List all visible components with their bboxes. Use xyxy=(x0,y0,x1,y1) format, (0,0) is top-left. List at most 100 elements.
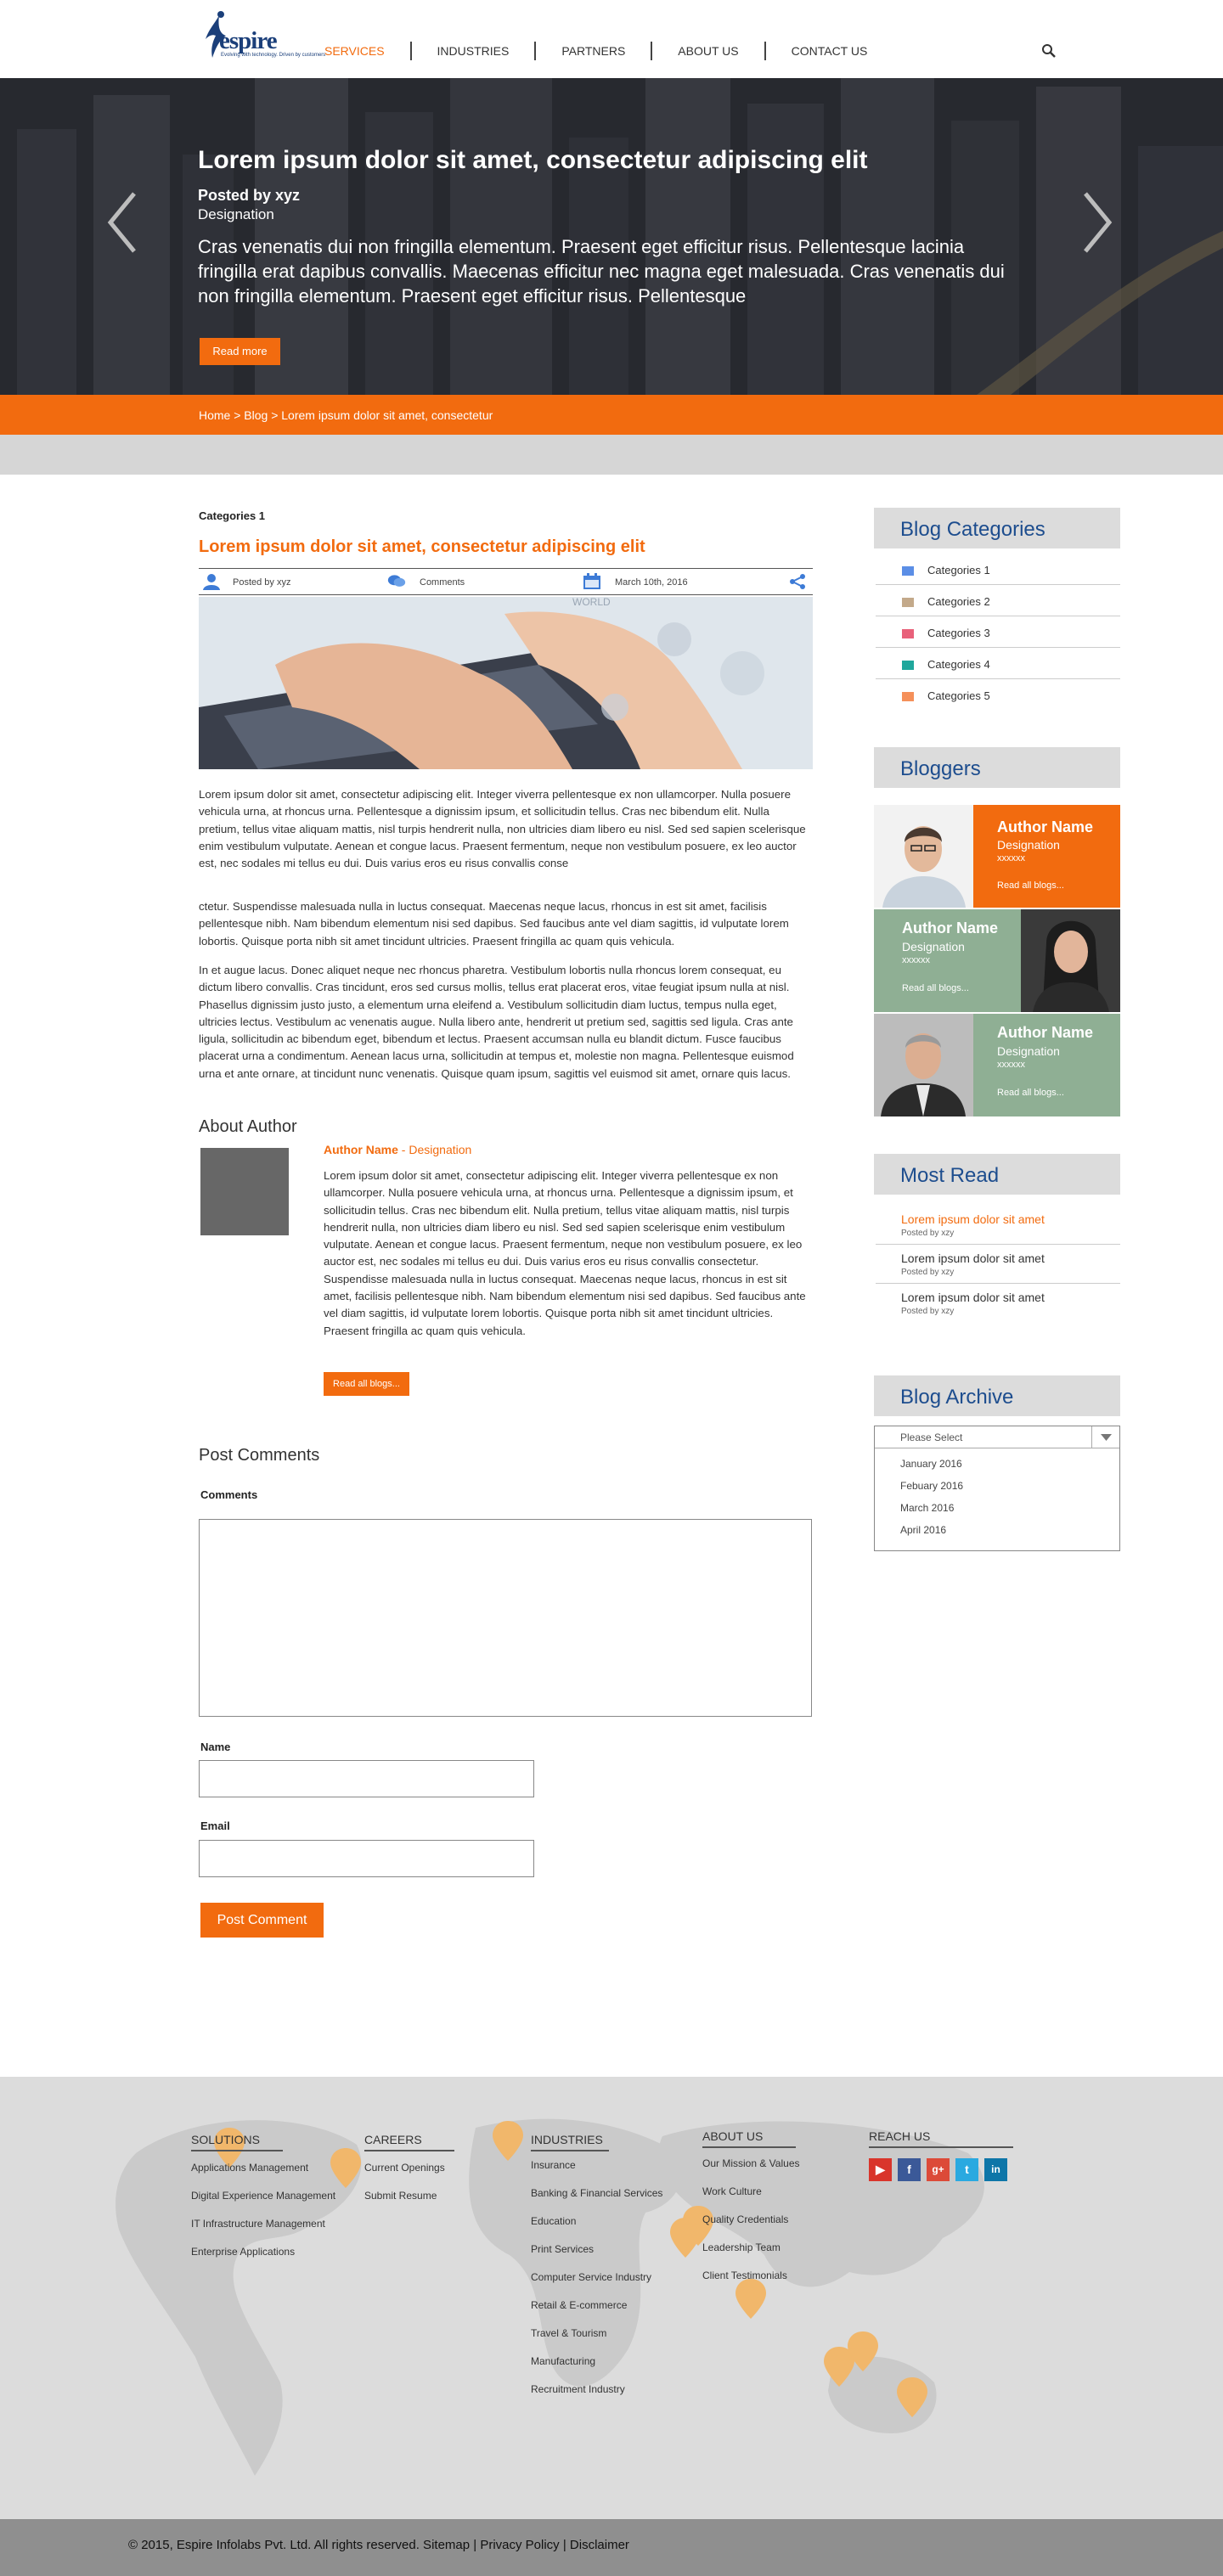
footer-link[interactable]: Digital Experience Management xyxy=(191,2190,335,2202)
archive-option[interactable]: January 2016 xyxy=(900,1458,962,1470)
footer-link[interactable]: IT Infrastructure Management xyxy=(191,2218,325,2230)
archive-option[interactable]: Febuary 2016 xyxy=(900,1480,963,1492)
read-more-button[interactable]: Read more xyxy=(200,338,280,365)
category-item-5[interactable]: Categories 5 xyxy=(876,679,1120,711)
most-read-author: Posted by xzy xyxy=(901,1268,955,1277)
footer-link[interactable]: Travel & Tourism xyxy=(531,2327,606,2339)
copyright-bar: © 2015, Espire Infolabs Pvt. Ltd. All ri… xyxy=(0,2519,1223,2576)
most-read-item-3[interactable]: Lorem ipsum dolor sit amet Posted by xzy xyxy=(876,1284,1120,1323)
post-category[interactable]: Categories 1 xyxy=(199,509,265,522)
footer-link[interactable]: Education xyxy=(531,2215,576,2227)
most-read-author: Posted by xzy xyxy=(901,1307,955,1316)
name-field[interactable] xyxy=(199,1760,534,1797)
nav-services[interactable]: SERVICES xyxy=(306,42,412,60)
blogger-read-all-link[interactable]: Read all blogs... xyxy=(997,880,1064,891)
chevron-right-icon[interactable] xyxy=(1079,188,1116,256)
typing-hands-illustration: WORLD xyxy=(199,597,813,769)
post-title[interactable]: Lorem ipsum dolor sit amet, consectetur … xyxy=(199,537,645,557)
breadcrumb-bar: Home > Blog > Lorem ipsum dolor sit amet… xyxy=(0,395,1223,435)
read-all-blogs-button[interactable]: Read all blogs... xyxy=(324,1372,409,1396)
nav-partners[interactable]: PARTNERS xyxy=(536,42,653,60)
footer-link[interactable]: Work Culture xyxy=(702,2185,762,2197)
footer-link[interactable]: Print Services xyxy=(531,2243,594,2255)
footer-link[interactable]: Our Mission & Values xyxy=(702,2157,800,2169)
footer-link[interactable]: Banking & Financial Services xyxy=(531,2187,662,2199)
blogger-card-1[interactable]: Author Name Designation xxxxxx Read all … xyxy=(874,805,1120,908)
comments-label: Comments xyxy=(200,1488,258,1501)
espire-logo[interactable]: espire Evolving with technology. Driven … xyxy=(200,8,325,68)
most-read-title: Lorem ipsum dolor sit amet xyxy=(901,1291,1045,1304)
footer-link[interactable]: Enterprise Applications xyxy=(191,2246,295,2258)
google-plus-icon[interactable]: g+ xyxy=(927,2158,950,2181)
category-item-2[interactable]: Categories 2 xyxy=(876,585,1120,616)
most-read-item-1[interactable]: Lorem ipsum dolor sit amet Posted by xzy xyxy=(876,1206,1120,1245)
author-designation: Designation xyxy=(409,1143,472,1156)
footer-link[interactable]: Applications Management xyxy=(191,2162,308,2174)
footer-link[interactable]: Recruitment Industry xyxy=(531,2383,625,2395)
footer-link[interactable]: Manufacturing xyxy=(531,2355,595,2367)
nav-industries[interactable]: INDUSTRIES xyxy=(412,42,537,60)
nav-contact-us[interactable]: CONTACT US xyxy=(766,42,893,60)
post-author[interactable]: Posted by xyz xyxy=(233,574,290,591)
post-comments-link[interactable]: Comments xyxy=(420,574,465,591)
blogger-code: xxxxxx xyxy=(997,853,1025,863)
most-read-title: Lorem ipsum dolor sit amet xyxy=(901,1212,1045,1226)
footer-link[interactable]: Leadership Team xyxy=(702,2241,781,2253)
hero-posted-by: Posted by xyz xyxy=(198,187,301,204)
category-item-3[interactable]: Categories 3 xyxy=(876,616,1120,648)
footer-link[interactable]: Current Openings xyxy=(364,2162,445,2174)
comments-textarea[interactable] xyxy=(199,1519,812,1717)
blogger-card-3[interactable]: Author Name Designation xxxxxx Read all … xyxy=(874,1014,1120,1116)
category-item-4[interactable]: Categories 4 xyxy=(876,648,1120,679)
nav-about-us[interactable]: ABOUT US xyxy=(652,42,766,60)
blogger-code: xxxxxx xyxy=(902,955,930,965)
twitter-icon[interactable]: t xyxy=(955,2158,978,2181)
share-icon[interactable] xyxy=(788,573,807,590)
email-field[interactable] xyxy=(199,1840,534,1877)
post-comment-button[interactable]: Post Comment xyxy=(200,1903,324,1938)
most-read-author: Posted by xzy xyxy=(901,1229,955,1238)
blogger-card-2[interactable]: Author Name Designation xxxxxx Read all … xyxy=(874,909,1120,1012)
footer-link[interactable]: Quality Credentials xyxy=(702,2213,788,2225)
most-read-item-2[interactable]: Lorem ipsum dolor sit amet Posted by xzy xyxy=(876,1245,1120,1284)
post-comments-heading: Post Comments xyxy=(199,1446,320,1465)
blogger-name: Author Name xyxy=(997,818,1094,835)
post-paragraph-1: Lorem ipsum dolor sit amet, consectetur … xyxy=(199,788,806,870)
footer-link[interactable]: Submit Resume xyxy=(364,2190,437,2202)
blogger-designation: Designation xyxy=(902,940,965,953)
footer-link[interactable]: Client Testimonials xyxy=(702,2269,787,2281)
archive-dropdown: Please Select January 2016 Febuary 2016 … xyxy=(874,1426,1120,1551)
author-name[interactable]: Author Name xyxy=(324,1143,398,1156)
calendar-icon xyxy=(583,573,600,589)
archive-caret[interactable] xyxy=(1091,1426,1119,1448)
comments-icon xyxy=(387,575,406,587)
blogger-photo xyxy=(874,805,973,908)
search-icon[interactable] xyxy=(1041,43,1057,59)
about-author-heading: About Author xyxy=(199,1117,297,1136)
linkedin-icon[interactable]: in xyxy=(984,2158,1007,2181)
blogger-read-all-link[interactable]: Read all blogs... xyxy=(997,1088,1064,1098)
footer-link[interactable]: Computer Service Industry xyxy=(531,2271,651,2283)
category-swatch xyxy=(902,692,914,701)
archive-option[interactable]: March 2016 xyxy=(900,1502,954,1514)
chevron-left-icon[interactable] xyxy=(104,188,141,256)
footer-link[interactable]: Retail & E-commerce xyxy=(531,2299,627,2311)
category-item-1[interactable]: Categories 1 xyxy=(876,554,1120,585)
youtube-icon[interactable]: ▶ xyxy=(869,2158,892,2181)
email-label: Email xyxy=(200,1820,230,1832)
blog-categories-heading: Blog Categories xyxy=(900,518,1045,541)
footer-link[interactable]: Insurance xyxy=(531,2159,576,2171)
most-read-heading: Most Read xyxy=(900,1164,1000,1187)
post-hero-image: WORLD xyxy=(199,597,813,769)
blogger-read-all-link[interactable]: Read all blogs... xyxy=(902,983,969,993)
hero-title: Lorem ipsum dolor sit amet, consectetur … xyxy=(198,146,868,174)
facebook-icon[interactable]: f xyxy=(898,2158,921,2181)
bloggers-heading: Bloggers xyxy=(900,757,981,780)
archive-select[interactable]: Please Select xyxy=(875,1426,1119,1448)
hero-designation: Designation xyxy=(198,206,274,222)
user-icon xyxy=(203,574,220,590)
archive-option[interactable]: April 2016 xyxy=(900,1524,946,1536)
category-swatch xyxy=(902,566,914,576)
category-label: Categories 4 xyxy=(927,658,990,671)
breadcrumb[interactable]: Home > Blog > Lorem ipsum dolor sit amet… xyxy=(199,408,493,422)
